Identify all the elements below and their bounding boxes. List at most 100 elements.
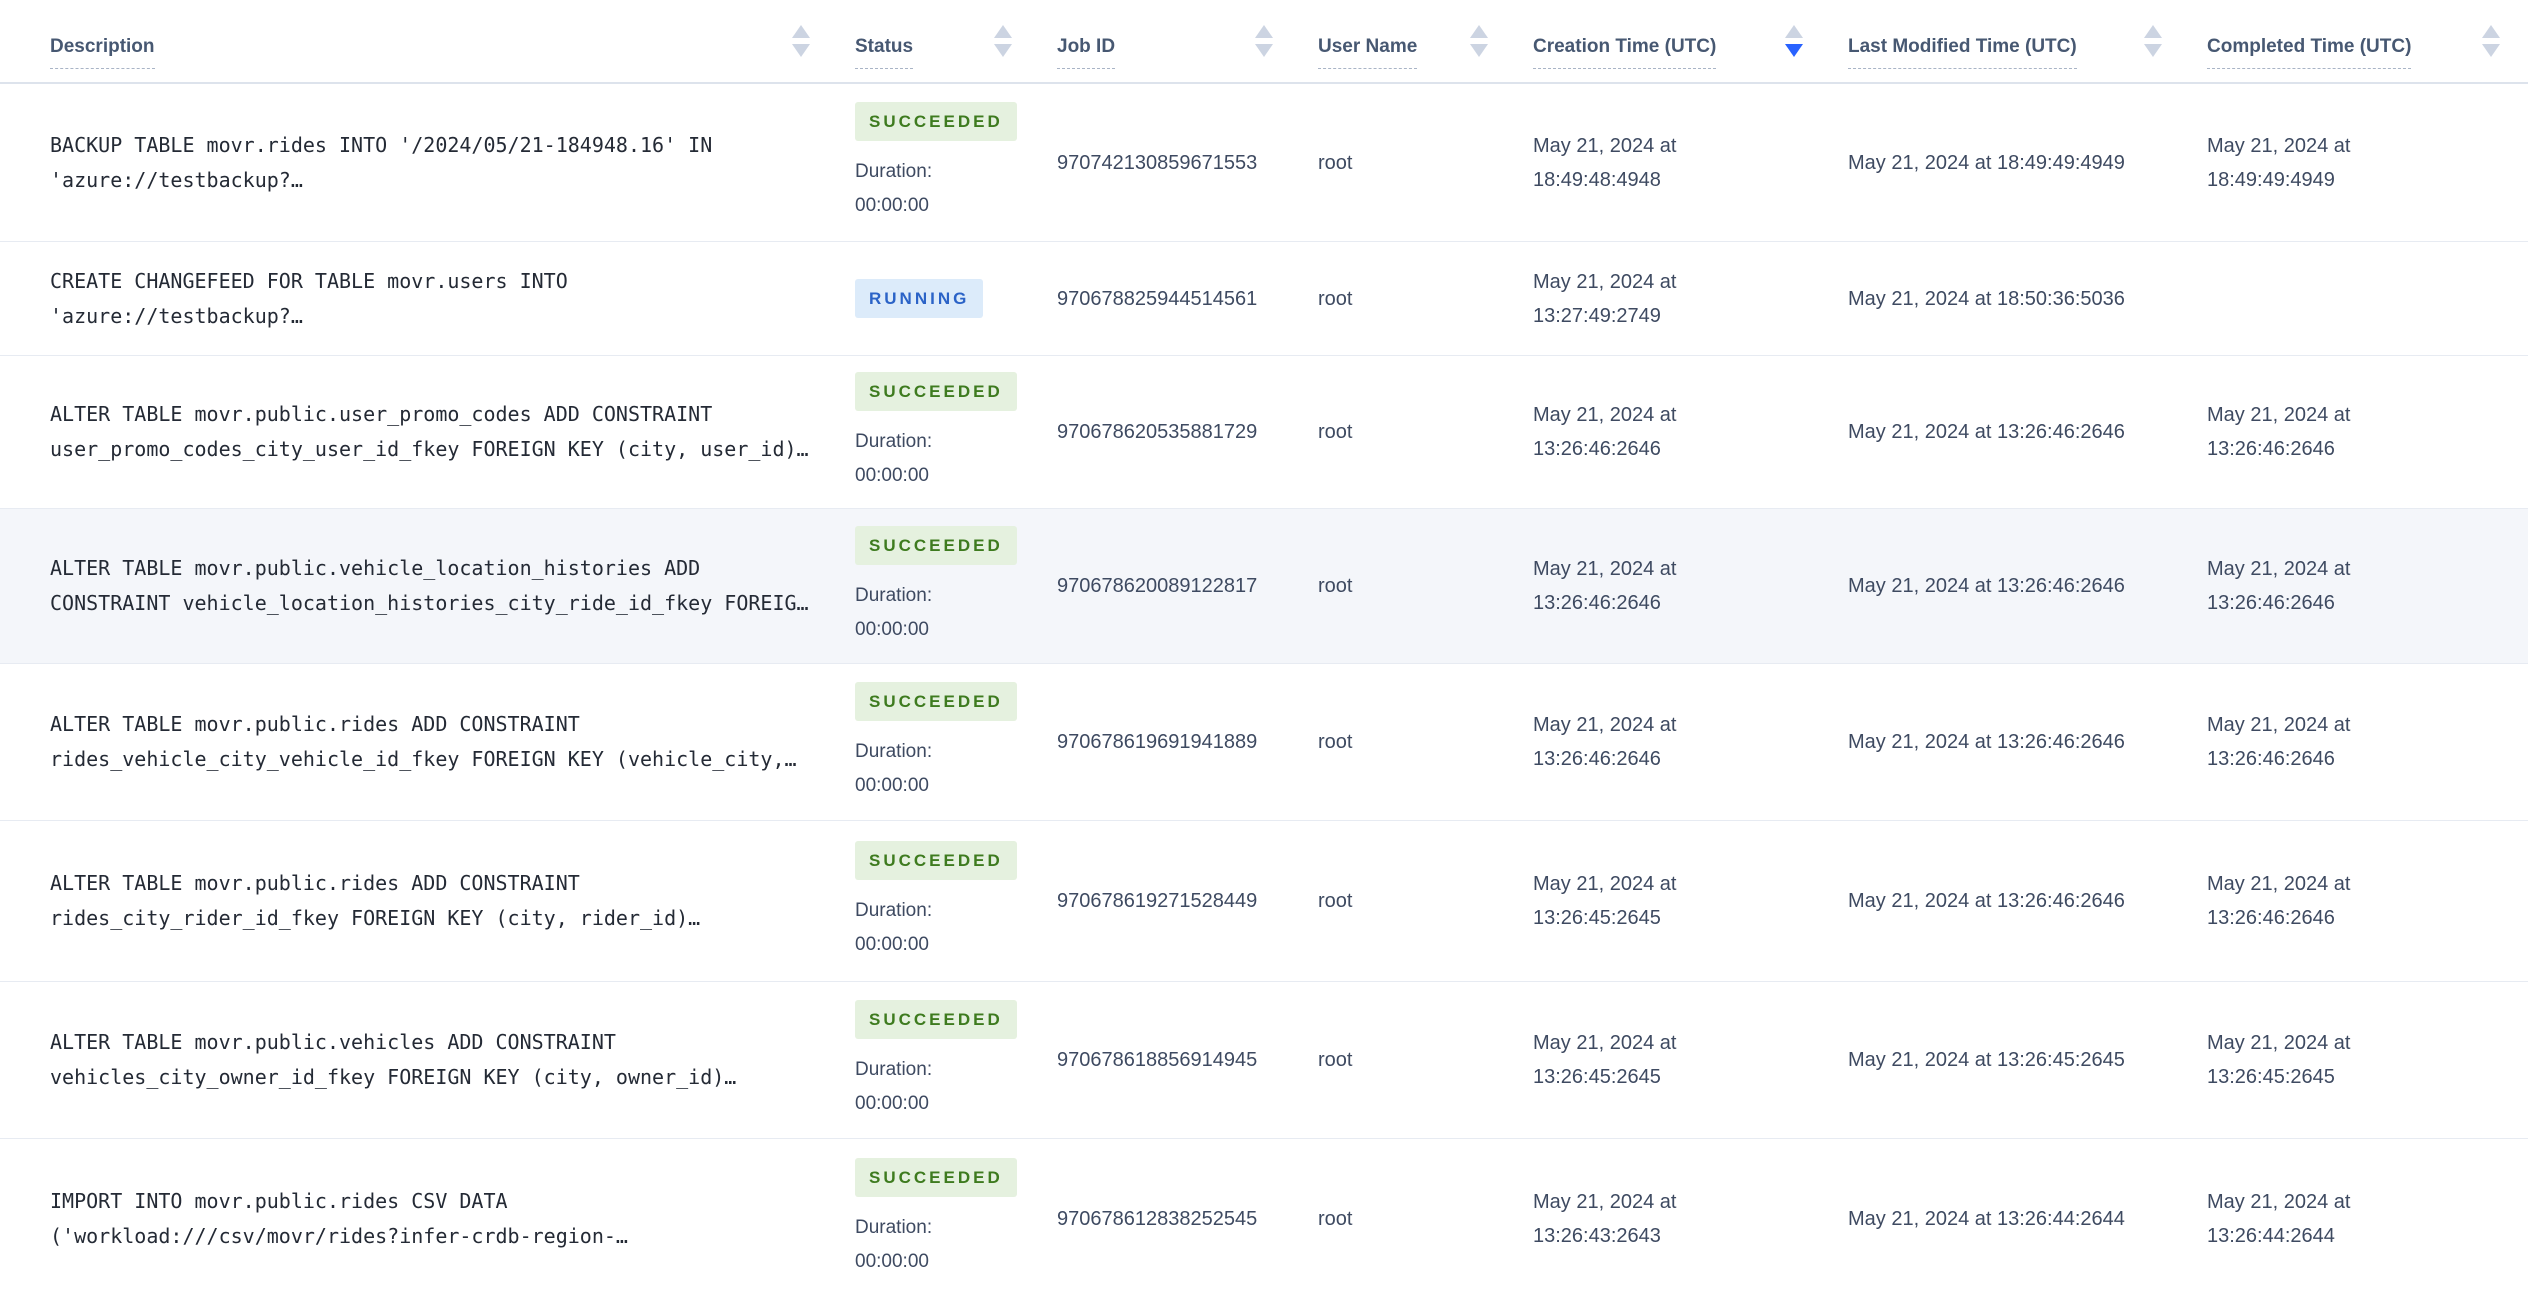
status-badge: SUCCEEDED xyxy=(855,102,1017,141)
job-id-cell: 970678619691941889 xyxy=(1057,731,1258,753)
duration-value: 00:00:00 xyxy=(855,1251,929,1272)
table-row[interactable]: IMPORT INTO movr.public.rides CSV DATA (… xyxy=(0,1139,2528,1292)
completed-time-cell: May 21, 2024 at 13:26:46:2646 xyxy=(2207,404,2351,460)
duration-label: Duration: xyxy=(855,899,933,921)
last-modified-time-cell: May 21, 2024 at 13:26:46:2646 xyxy=(1848,575,2125,597)
duration-value: 00:00:00 xyxy=(855,774,929,796)
job-id-cell: 970678620089122817 xyxy=(1057,575,1258,597)
job-description-line: rides_vehicle_city_vehicle_id_fkey FOREI… xyxy=(50,747,797,771)
user-name-cell: root xyxy=(1318,1207,1353,1230)
duration-label: Duration: xyxy=(855,584,933,606)
status-cell: SUCCEEDED Duration: 00:00:00 xyxy=(855,821,1057,981)
column-header-completed-time[interactable]: Completed Time (UTC) xyxy=(2207,0,2528,82)
completed-time-cell: May 21, 2024 at 13:26:45:2645 xyxy=(2207,1032,2351,1088)
job-description-line: 'azure://testbackup?… xyxy=(50,167,303,192)
column-header-last-modified-time[interactable]: Last Modified Time (UTC) xyxy=(1848,0,2207,82)
completed-time-cell: May 21, 2024 at 13:26:46:2646 xyxy=(2207,714,2351,770)
job-description-line: ALTER TABLE movr.public.vehicle_location… xyxy=(50,556,701,580)
table-row[interactable]: CREATE CHANGEFEED FOR TABLE movr.users I… xyxy=(0,242,2528,356)
user-name-cell: root xyxy=(1318,421,1353,443)
column-header-job-id[interactable]: Job ID xyxy=(1057,0,1318,82)
job-description-line: rides_city_rider_id_fkey FOREIGN KEY (ci… xyxy=(50,906,701,930)
table-body: BACKUP TABLE movr.rides INTO '/2024/05/2… xyxy=(0,84,2528,1292)
sort-icon-active-descending[interactable] xyxy=(1785,25,1803,57)
table-row[interactable]: ALTER TABLE movr.public.rides ADD CONSTR… xyxy=(0,664,2528,821)
last-modified-time-cell: May 21, 2024 at 13:26:44:2644 xyxy=(1848,1207,2125,1230)
column-header-status[interactable]: Status xyxy=(855,0,1057,82)
job-description-cell[interactable]: IMPORT INTO movr.public.rides CSV DATA (… xyxy=(0,1139,855,1292)
job-id-cell: 970678612838252545 xyxy=(1057,1207,1258,1230)
job-description-cell[interactable]: CREATE CHANGEFEED FOR TABLE movr.users I… xyxy=(0,242,855,355)
duration-value: 00:00:00 xyxy=(855,195,929,216)
last-modified-time-cell: May 21, 2024 at 13:26:46:2646 xyxy=(1848,890,2125,912)
user-name-cell: root xyxy=(1318,1049,1353,1071)
creation-time-cell: May 21, 2024 at 13:26:45:2645 xyxy=(1533,873,1677,929)
job-id-cell: 970678825944514561 xyxy=(1057,287,1258,310)
job-description-cell[interactable]: ALTER TABLE movr.public.rides ADD CONSTR… xyxy=(0,821,855,981)
job-id-cell: 970678620535881729 xyxy=(1057,421,1258,443)
job-description-cell[interactable]: ALTER TABLE movr.public.vehicles ADD CON… xyxy=(0,982,855,1138)
sort-up-arrow-icon xyxy=(1470,25,1488,38)
job-description-cell[interactable]: BACKUP TABLE movr.rides INTO '/2024/05/2… xyxy=(0,84,855,241)
creation-time-cell: May 21, 2024 at 18:49:48:4948 xyxy=(1533,134,1677,191)
sort-icon[interactable] xyxy=(792,25,810,57)
user-name-cell: root xyxy=(1318,890,1353,912)
last-modified-time-cell: May 21, 2024 at 13:26:46:2646 xyxy=(1848,421,2125,443)
duration-value: 00:00:00 xyxy=(855,933,929,955)
sort-icon[interactable] xyxy=(994,25,1012,57)
sort-icon[interactable] xyxy=(2482,25,2500,57)
job-description-cell[interactable]: ALTER TABLE movr.public.rides ADD CONSTR… xyxy=(0,664,855,820)
user-name-cell: root xyxy=(1318,287,1353,310)
completed-time-cell: May 21, 2024 at 13:26:46:2646 xyxy=(2207,558,2351,614)
jobs-table: Description Status Job ID User Name Crea… xyxy=(0,0,2528,1292)
job-description-line: ALTER TABLE movr.public.vehicles ADD CON… xyxy=(50,1030,616,1054)
sort-down-arrow-icon xyxy=(2482,44,2500,57)
table-row[interactable]: ALTER TABLE movr.public.rides ADD CONSTR… xyxy=(0,821,2528,982)
sort-up-arrow-icon xyxy=(1255,25,1273,38)
table-row[interactable]: ALTER TABLE movr.public.vehicle_location… xyxy=(0,509,2528,664)
job-description-line: CREATE CHANGEFEED FOR TABLE movr.users I… xyxy=(50,268,568,293)
sort-up-arrow-icon xyxy=(2482,25,2500,38)
sort-icon[interactable] xyxy=(1255,25,1273,57)
duration-value: 00:00:00 xyxy=(855,618,929,640)
table-row[interactable]: ALTER TABLE movr.public.user_promo_codes… xyxy=(0,356,2528,509)
table-row[interactable]: ALTER TABLE movr.public.vehicles ADD CON… xyxy=(0,982,2528,1139)
sort-icon[interactable] xyxy=(2144,25,2162,57)
status-badge: SUCCEEDED xyxy=(855,1158,1017,1197)
job-description-cell[interactable]: ALTER TABLE movr.public.vehicle_location… xyxy=(0,509,855,663)
column-label-creation-time: Creation Time (UTC) xyxy=(1533,35,1717,69)
status-cell: SUCCEEDED Duration: 00:00:00 xyxy=(855,356,1057,508)
job-description-line: ALTER TABLE movr.public.user_promo_codes… xyxy=(50,402,713,426)
sort-down-arrow-icon xyxy=(792,44,810,57)
table-row[interactable]: BACKUP TABLE movr.rides INTO '/2024/05/2… xyxy=(0,84,2528,242)
last-modified-time-cell: May 21, 2024 at 18:49:49:4949 xyxy=(1848,151,2125,174)
completed-time-cell: May 21, 2024 at 18:49:49:4949 xyxy=(2207,134,2351,191)
status-cell: SUCCEEDED Duration: 00:00:00 xyxy=(855,664,1057,820)
sort-down-arrow-icon xyxy=(1255,44,1273,57)
sort-down-arrow-icon xyxy=(994,44,1012,57)
status-cell: SUCCEEDED Duration: 00:00:00 xyxy=(855,1139,1057,1292)
completed-time-cell: May 21, 2024 at 13:26:44:2644 xyxy=(2207,1190,2351,1247)
column-header-user-name[interactable]: User Name xyxy=(1318,0,1533,82)
status-cell: SUCCEEDED Duration: 00:00:00 xyxy=(855,509,1057,663)
duration-label: Duration: xyxy=(855,430,933,452)
last-modified-time-cell: May 21, 2024 at 13:26:45:2645 xyxy=(1848,1049,2125,1071)
sort-down-arrow-icon xyxy=(2144,44,2162,57)
status-badge: SUCCEEDED xyxy=(855,525,1017,565)
job-description-line: ALTER TABLE movr.public.rides ADD CONSTR… xyxy=(50,712,580,736)
creation-time-cell: May 21, 2024 at 13:26:46:2646 xyxy=(1533,558,1677,614)
job-id-cell: 970678619271528449 xyxy=(1057,890,1258,912)
column-label-description: Description xyxy=(50,35,155,69)
status-cell: SUCCEEDED Duration: 00:00:00 xyxy=(855,982,1057,1138)
column-label-completed-time: Completed Time (UTC) xyxy=(2207,35,2412,69)
sort-up-arrow-icon xyxy=(792,25,810,38)
completed-time-cell xyxy=(2207,242,2528,355)
sort-icon[interactable] xyxy=(1470,25,1488,57)
sort-up-arrow-icon xyxy=(1785,25,1803,38)
job-description-line: 'azure://testbackup?… xyxy=(50,303,303,328)
table-header-row: Description Status Job ID User Name Crea… xyxy=(0,0,2528,84)
column-header-creation-time[interactable]: Creation Time (UTC) xyxy=(1533,0,1848,82)
column-header-description[interactable]: Description xyxy=(0,0,855,82)
job-description-cell[interactable]: ALTER TABLE movr.public.user_promo_codes… xyxy=(0,356,855,508)
user-name-cell: root xyxy=(1318,731,1353,753)
